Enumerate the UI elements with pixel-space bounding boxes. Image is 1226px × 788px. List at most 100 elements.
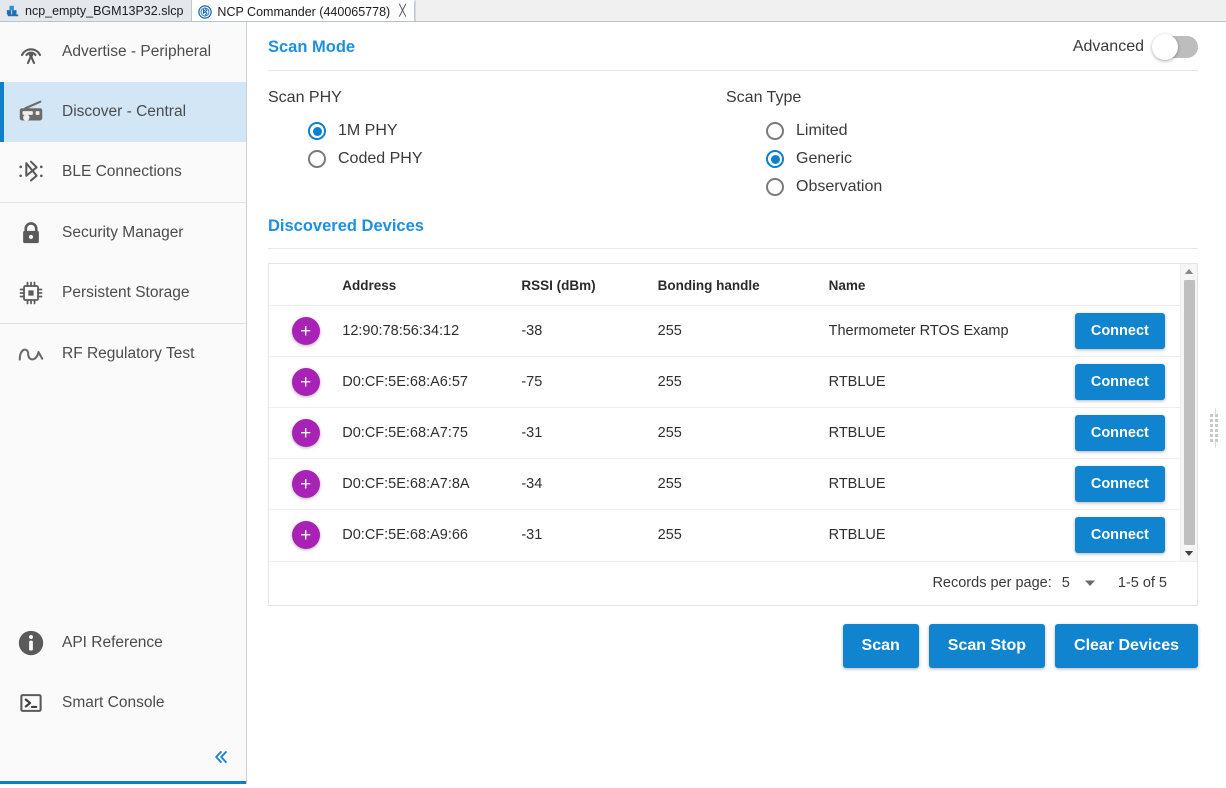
tab-ncp-commander[interactable]: NCP Commander (440065778) ╳ <box>192 0 415 21</box>
scan-type-title: Scan Type <box>726 89 802 106</box>
radio-1m-phy[interactable]: 1M PHY <box>308 117 726 145</box>
connect-button[interactable]: Connect <box>1074 364 1165 400</box>
sidebar-item-ble-connections[interactable]: BLE Connections <box>0 142 246 202</box>
cell-address: D0:CF:5E:68:A7:75 <box>342 407 522 459</box>
connect-button[interactable]: Connect <box>1074 415 1165 451</box>
broadcast-antenna-icon <box>14 35 48 69</box>
records-per-page-select[interactable]: 5 <box>1062 575 1096 591</box>
cell-name: RTBLUE <box>828 356 1075 408</box>
scan-stop-button[interactable]: Scan Stop <box>928 623 1046 668</box>
table-header-row: Address RSSI (dBm) Bonding handle Name <box>269 264 1197 306</box>
cell-rssi: -31 <box>521 407 658 459</box>
cell-action: Connect <box>1074 458 1197 510</box>
devices-table-scrollbar[interactable] <box>1180 264 1197 561</box>
grip-bar-bottom <box>1215 442 1216 448</box>
table-header: Address RSSI (dBm) Bonding handle Name <box>269 264 1197 306</box>
sidebar-item-rf-regulatory-test[interactable]: RF Regulatory Test <box>0 324 246 384</box>
col-header-bonding-handle: Bonding handle <box>657 264 829 306</box>
scroll-down-arrow-icon[interactable] <box>1184 546 1194 561</box>
sidebar-bottom-accent <box>0 781 246 784</box>
connect-button[interactable]: Connect <box>1074 313 1165 349</box>
sidebar-item-label: Persistent Storage <box>62 284 190 301</box>
cell-bonding-handle: 255 <box>657 356 829 408</box>
info-circle-icon <box>14 626 48 660</box>
radio-indicator <box>308 122 326 140</box>
close-icon[interactable]: ╳ <box>399 6 406 17</box>
cell-bonding-handle: 255 <box>657 305 829 357</box>
connect-button[interactable]: Connect <box>1074 517 1165 554</box>
scan-mode-header: Scan Mode Advanced <box>248 22 1226 60</box>
plus-circle-icon[interactable]: + <box>291 521 320 550</box>
cell-add: + <box>269 356 343 408</box>
col-header-rssi: RSSI (dBm) <box>521 264 658 306</box>
slcp-file-icon <box>6 4 20 18</box>
cell-action: Connect <box>1074 407 1197 459</box>
cell-bonding-handle: 255 <box>657 458 829 510</box>
scrollbar-thumb[interactable] <box>1183 280 1195 545</box>
radio-generic[interactable]: Generic <box>766 145 1206 173</box>
chevron-double-left-icon <box>210 747 230 767</box>
plus-circle-icon[interactable]: + <box>291 419 320 447</box>
radio-indicator <box>308 150 326 168</box>
cell-add: + <box>269 407 343 459</box>
cell-name: RTBLUE <box>828 527 886 544</box>
radio-label: Coded PHY <box>338 150 423 167</box>
panel-resize-grip[interactable] <box>1210 407 1221 449</box>
sidebar-item-label: Advertise - Peripheral <box>62 43 212 60</box>
radio-coded-phy[interactable]: Coded PHY <box>308 145 726 173</box>
cell-add: + <box>269 510 342 561</box>
radio-indicator <box>766 150 784 168</box>
cell-address: D0:CF:5E:68:A6:57 <box>342 356 522 408</box>
tab-bar-empty-area <box>414 0 1226 21</box>
sidebar-item-advertise-peripheral[interactable]: Advertise - Peripheral <box>0 22 246 82</box>
col-header-address: Address <box>342 264 522 306</box>
clear-devices-button[interactable]: Clear Devices <box>1055 623 1198 668</box>
cell-name: RTBLUE <box>828 458 1075 510</box>
cell-add: + <box>269 458 343 510</box>
radio-indicator <box>766 178 784 196</box>
sidebar-item-api-reference[interactable]: API Reference <box>0 613 246 673</box>
cell-action: Connect <box>1074 356 1197 408</box>
radio-label: Limited <box>796 122 848 139</box>
radio-label: Generic <box>796 150 853 167</box>
lock-icon <box>14 216 48 250</box>
table-pagination: Records per page: 5 1-5 of 5 <box>269 560 1197 605</box>
plus-circle-icon[interactable]: + <box>291 368 320 396</box>
sidebar-item-smart-console[interactable]: Smart Console <box>0 673 246 733</box>
sidebar-item-persistent-storage[interactable]: Persistent Storage <box>0 263 246 323</box>
table-row: + D0:CF:5E:68:A7:75 -31 255 RTBLUE Conne… <box>269 407 1197 459</box>
cell-action: Connect <box>1074 305 1197 357</box>
bluetooth-connections-icon <box>14 155 48 189</box>
advanced-toggle[interactable] <box>1152 34 1198 60</box>
col-header-add <box>269 264 343 306</box>
ncp-commander-window: ncp_empty_BGM13P32.slcp NCP Commander (4… <box>0 0 1226 788</box>
radio-limited[interactable]: Limited <box>766 117 1206 145</box>
sidebar-item-label: RF Regulatory Test <box>62 345 195 362</box>
terminal-icon <box>14 686 48 720</box>
sidebar-item-discover-central[interactable]: Discover - Central <box>0 82 246 142</box>
plus-circle-icon[interactable]: + <box>291 470 320 498</box>
connect-button[interactable]: Connect <box>1074 466 1165 502</box>
sidebar-item-label: BLE Connections <box>62 163 182 180</box>
records-per-page-label: Records per page: <box>932 575 1052 591</box>
radio-indicator <box>766 122 784 140</box>
sidebar-collapse-button[interactable] <box>0 733 246 781</box>
navigation-sidebar: Advertise - Peripheral Discover - Centra… <box>0 22 247 784</box>
scan-button[interactable]: Scan <box>842 623 919 668</box>
tab-label: NCP Commander (440065778) <box>217 4 391 19</box>
scroll-up-arrow-icon[interactable] <box>1184 264 1194 279</box>
col-header-action <box>1074 264 1197 306</box>
editor-tab-bar: ncp_empty_BGM13P32.slcp NCP Commander (4… <box>0 0 1226 22</box>
scan-phy-group: Scan PHY 1M PHY Coded PHY <box>268 89 726 201</box>
table-row: + D0:CF:5E:68:A7:8A -34 255 RTBLUE Conne… <box>269 458 1197 510</box>
sidebar-item-security-manager[interactable]: Security Manager <box>0 203 246 263</box>
radio-observation[interactable]: Observation <box>766 173 1206 201</box>
chip-icon <box>14 276 48 310</box>
cell-name: Thermometer RTOS Examp <box>828 305 1075 357</box>
plus-circle-icon[interactable]: + <box>291 317 320 345</box>
discovered-devices-card: Address RSSI (dBm) Bonding handle Name + <box>268 263 1198 606</box>
scan-mode-title: Scan Mode <box>268 37 356 56</box>
tab-ncp-empty-project[interactable]: ncp_empty_BGM13P32.slcp <box>0 0 193 21</box>
col-header-name: Name <box>828 264 1075 306</box>
